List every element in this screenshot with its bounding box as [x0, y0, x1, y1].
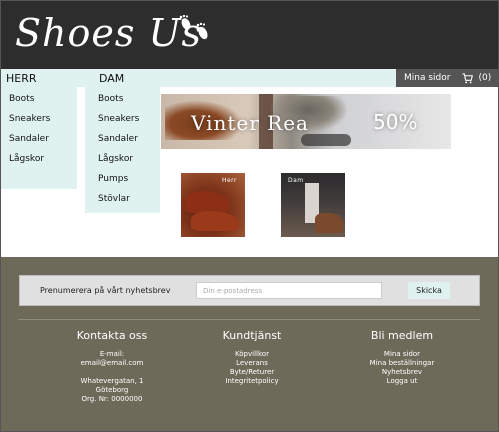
footer-email[interactable]: email@email.com [62, 359, 162, 368]
newsletter-email-input[interactable] [196, 282, 382, 299]
tile-herr-shoe-2 [191, 211, 239, 231]
site-logo[interactable]: Shoes Us [15, 11, 202, 55]
footer-service-title: Kundtjänst [222, 329, 282, 342]
footer-member: Bli medlem Mina sidor Mina beställningar… [352, 329, 452, 386]
cart-button[interactable]: (0) [462, 72, 492, 84]
footer-link-nyhetsbrev[interactable]: Nyhetsbrev [352, 368, 452, 377]
footer-contact-title: Kontakta oss [76, 329, 148, 342]
dam-menu-stovlar[interactable]: Stövlar [98, 194, 130, 204]
footprints-icon [179, 15, 208, 40]
footer-link-bestallningar[interactable]: Mina beställningar [352, 359, 452, 368]
tile-dam-label: Dam [288, 177, 304, 184]
newsletter-bar: Prenumerera på vårt nyhetsbrev Skicka [19, 275, 480, 306]
footer-street: Whatevergatan, 1 [80, 377, 144, 385]
dam-menu-boots[interactable]: Boots [98, 94, 123, 104]
banner-sale: 50% [373, 110, 418, 134]
herr-menu-boots[interactable]: Boots [9, 94, 34, 104]
footer-email-label: E-mail: [99, 350, 125, 358]
herr-menu-sneakers[interactable]: Sneakers [9, 114, 50, 124]
dam-dropdown: Boots Sneakers Sandaler Lågskor Pumps St… [85, 87, 160, 213]
dam-menu-sandaler[interactable]: Sandaler [98, 134, 138, 144]
footer-member-title: Bli medlem [370, 329, 434, 342]
tile-dam-boot [315, 213, 343, 233]
cart-icon [462, 72, 474, 83]
dam-menu-sneakers[interactable]: Sneakers [98, 114, 139, 124]
footer-link-leverans[interactable]: Leverans [202, 359, 302, 368]
cart-count: (0) [478, 73, 492, 83]
footer-org: Org. Nr: 0000000 [81, 395, 143, 403]
tile-herr[interactable]: Herr [181, 173, 245, 237]
site-header: Shoes Us [1, 1, 498, 69]
footer-city: Göteborg [95, 386, 129, 394]
footer-divider [18, 319, 480, 320]
footer-link-mina-sidor[interactable]: Mina sidor [352, 350, 452, 359]
footer-link-integritetpolicy[interactable]: Integritetpolicy [202, 377, 302, 386]
banner-title: Vinter Rea [191, 111, 309, 135]
tile-dam[interactable]: Dam [281, 173, 345, 237]
my-pages-link[interactable]: Mina sidor [404, 73, 450, 83]
tile-herr-label: Herr [221, 177, 237, 184]
nav-herr[interactable]: HERR [6, 72, 37, 85]
sale-banner[interactable]: Vinter Rea 50% [161, 94, 451, 149]
dam-menu-lagskor[interactable]: Lågskor [98, 154, 133, 164]
banner-glasses-image [301, 134, 351, 146]
herr-menu-sandaler[interactable]: Sandaler [9, 134, 49, 144]
footer-link-byte-returer[interactable]: Byte/Returer [202, 368, 302, 377]
footer-contact: Kontakta oss E-mail: email@email.com Wha… [62, 329, 162, 404]
herr-dropdown: Boots Sneakers Sandaler Lågskor [1, 87, 77, 189]
footer-link-logga-ut[interactable]: Logga ut [352, 377, 452, 386]
footer-service: Kundtjänst Köpvillkor Leverans Byte/Retu… [202, 329, 302, 386]
newsletter-label: Prenumerera på vårt nyhetsbrev [40, 286, 171, 295]
dam-menu-pumps[interactable]: Pumps [98, 174, 128, 184]
nav-dam[interactable]: DAM [99, 72, 124, 85]
newsletter-submit-button[interactable]: Skicka [408, 282, 450, 299]
tile-herr-shoe [185, 191, 229, 213]
herr-menu-lagskor[interactable]: Lågskor [9, 154, 44, 164]
footer-link-kopvillkor[interactable]: Köpvillkor [202, 350, 302, 359]
user-box: Mina sidor (0) [396, 69, 498, 87]
